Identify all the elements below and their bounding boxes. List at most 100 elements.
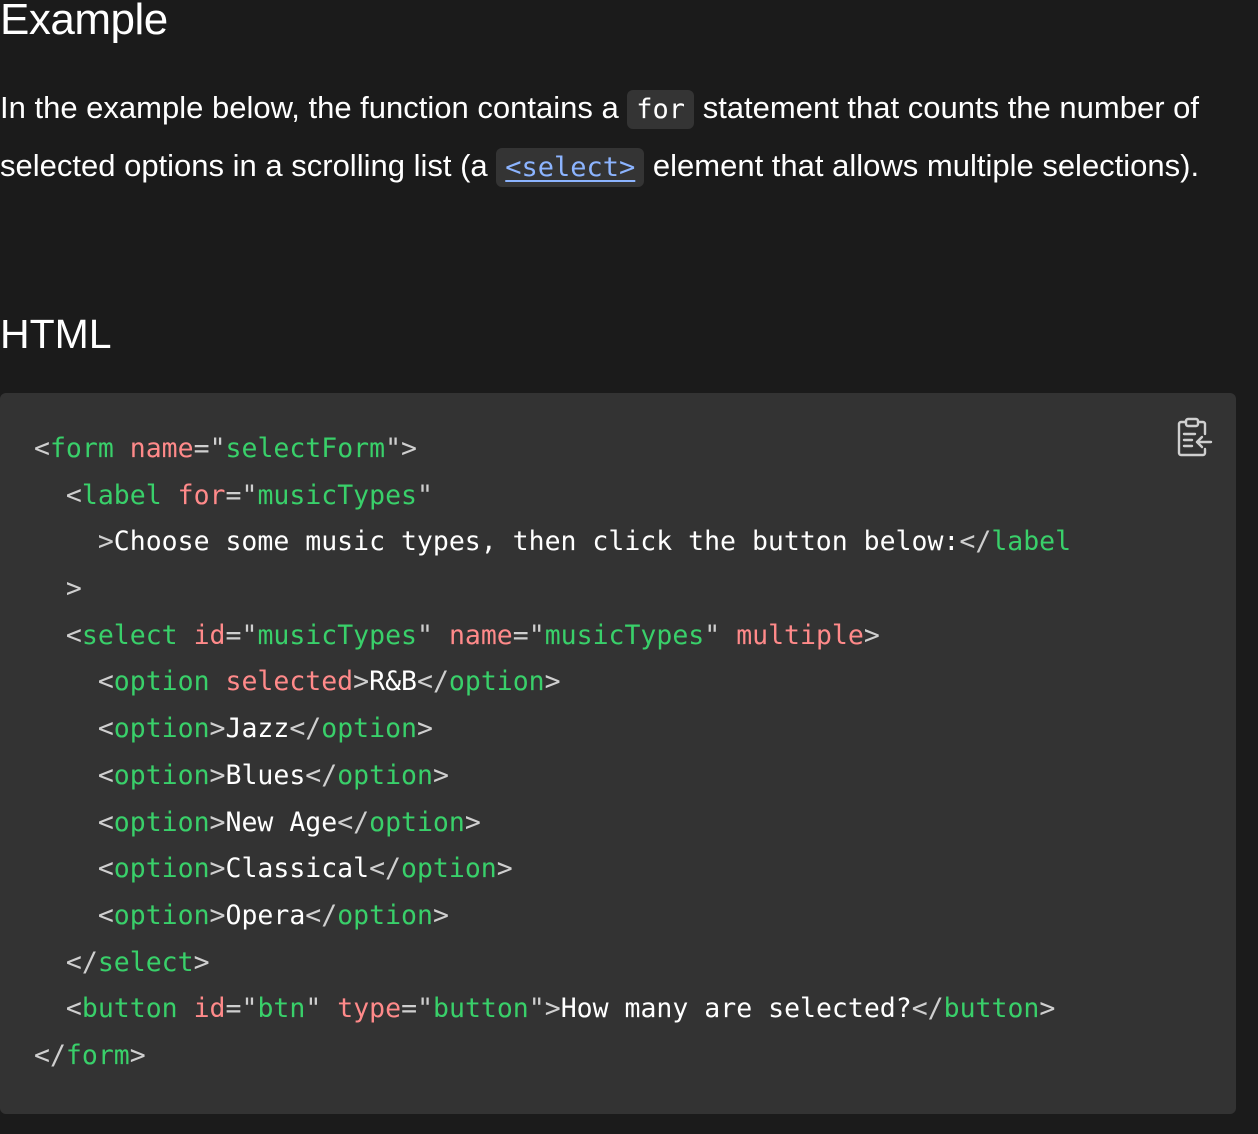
code-punct: =	[225, 993, 242, 1025]
code-punct: </	[959, 526, 992, 558]
code-punct: >	[209, 759, 226, 791]
code-tag: form	[49, 433, 114, 464]
code-tag: option	[113, 713, 210, 745]
code-quote: "	[528, 993, 545, 1025]
code-punct: =	[512, 619, 529, 651]
code-punct: <	[97, 899, 114, 931]
code-tag: select	[81, 619, 178, 651]
code-punct: <	[97, 666, 114, 698]
code-punct: <	[97, 806, 114, 838]
select-element-link[interactable]: <select>	[496, 148, 645, 187]
code-tag: option	[113, 666, 210, 698]
code-line: <button id="btn" type="button">How many …	[34, 986, 1071, 1033]
code-tag: option	[448, 666, 545, 698]
code-quote: "	[417, 993, 434, 1025]
code-tag: option	[113, 899, 210, 931]
code-punct: >	[496, 853, 513, 885]
code-tag: option	[113, 759, 210, 791]
code-punct: >	[65, 573, 82, 605]
description-paragraph: In the example below, the function conta…	[0, 80, 1200, 196]
code-punct: >	[1039, 993, 1056, 1025]
code-value: btn	[257, 993, 306, 1025]
code-text: How many are selected?	[560, 993, 912, 1025]
code-line: <option>Classical</option>	[34, 846, 1071, 893]
code-value: musicTypes	[257, 619, 417, 651]
code-tag: option	[337, 899, 433, 931]
code-punct: >	[544, 993, 561, 1025]
code-tag: option	[321, 713, 417, 745]
code-quote: "	[241, 619, 258, 651]
code-punct: >	[353, 666, 370, 698]
code-punct: <	[97, 713, 114, 745]
code-line: <select id="musicTypes" name="musicTypes…	[34, 613, 1071, 660]
code-punct: >	[209, 853, 226, 885]
code-line: <option>Blues</option>	[34, 753, 1071, 800]
code-value: button	[433, 993, 529, 1025]
code-punct: <	[97, 759, 114, 791]
code-line: >	[34, 566, 1071, 613]
paragraph-text-1: In the example below, the function conta…	[0, 90, 628, 125]
code-punct: </	[911, 993, 944, 1025]
code-punct: </	[305, 759, 338, 791]
code-value: musicTypes	[544, 619, 705, 651]
code-attr: name	[129, 433, 194, 464]
code-attr: name	[448, 619, 513, 651]
code-value: musicTypes	[257, 479, 417, 511]
html-subheading: HTML	[0, 311, 112, 357]
code-punct: <	[65, 993, 82, 1025]
code-quote: "	[385, 433, 402, 464]
code-attr: for	[177, 479, 226, 511]
code-line: <option selected>R&B</option>	[34, 659, 1071, 706]
code-text: Opera	[225, 899, 306, 931]
inline-code-for: for	[627, 90, 695, 129]
code-attr: selected	[225, 666, 354, 698]
code-punct: >	[416, 713, 433, 745]
code-punct: >	[863, 619, 880, 651]
code-quote: "	[417, 619, 433, 651]
code-punct: =	[225, 479, 242, 511]
code-punct: >	[209, 713, 226, 745]
code-example-block: <form name="selectForm"> <label for="mus…	[0, 393, 1236, 1114]
code-tag: option	[337, 759, 433, 791]
code-text: Blues	[225, 759, 306, 791]
code-tag: option	[401, 853, 497, 885]
code-punct: <	[97, 853, 114, 885]
code-punct: >	[401, 433, 418, 464]
code-tag: form	[65, 1039, 130, 1071]
code-value: selectForm	[225, 433, 386, 464]
code-line: <option>New Age</option>	[34, 800, 1071, 847]
code-punct: =	[193, 433, 210, 464]
code-text: Classical	[225, 853, 370, 885]
code-attr: type	[337, 993, 402, 1025]
code-punct: =	[225, 619, 242, 651]
copy-code-button[interactable]	[1172, 413, 1216, 461]
code-punct: </	[369, 853, 402, 885]
code-punct: <	[34, 433, 50, 464]
code-punct: >	[464, 806, 481, 838]
code-tag: option	[113, 806, 210, 838]
code-punct: >	[129, 1039, 146, 1071]
code-punct: >	[544, 666, 561, 698]
code-punct: >	[209, 899, 226, 931]
code-line: <label for="musicTypes"	[34, 473, 1071, 520]
code-quote: "	[241, 479, 258, 511]
code-punct: >	[97, 526, 114, 558]
code-text: Choose some music types, then click the …	[113, 526, 960, 558]
code-text: R&B	[369, 666, 417, 698]
code-tag: button	[81, 993, 178, 1025]
code-attr: id	[193, 993, 226, 1025]
code-punct: >	[193, 946, 210, 978]
code-tag: button	[943, 993, 1040, 1025]
